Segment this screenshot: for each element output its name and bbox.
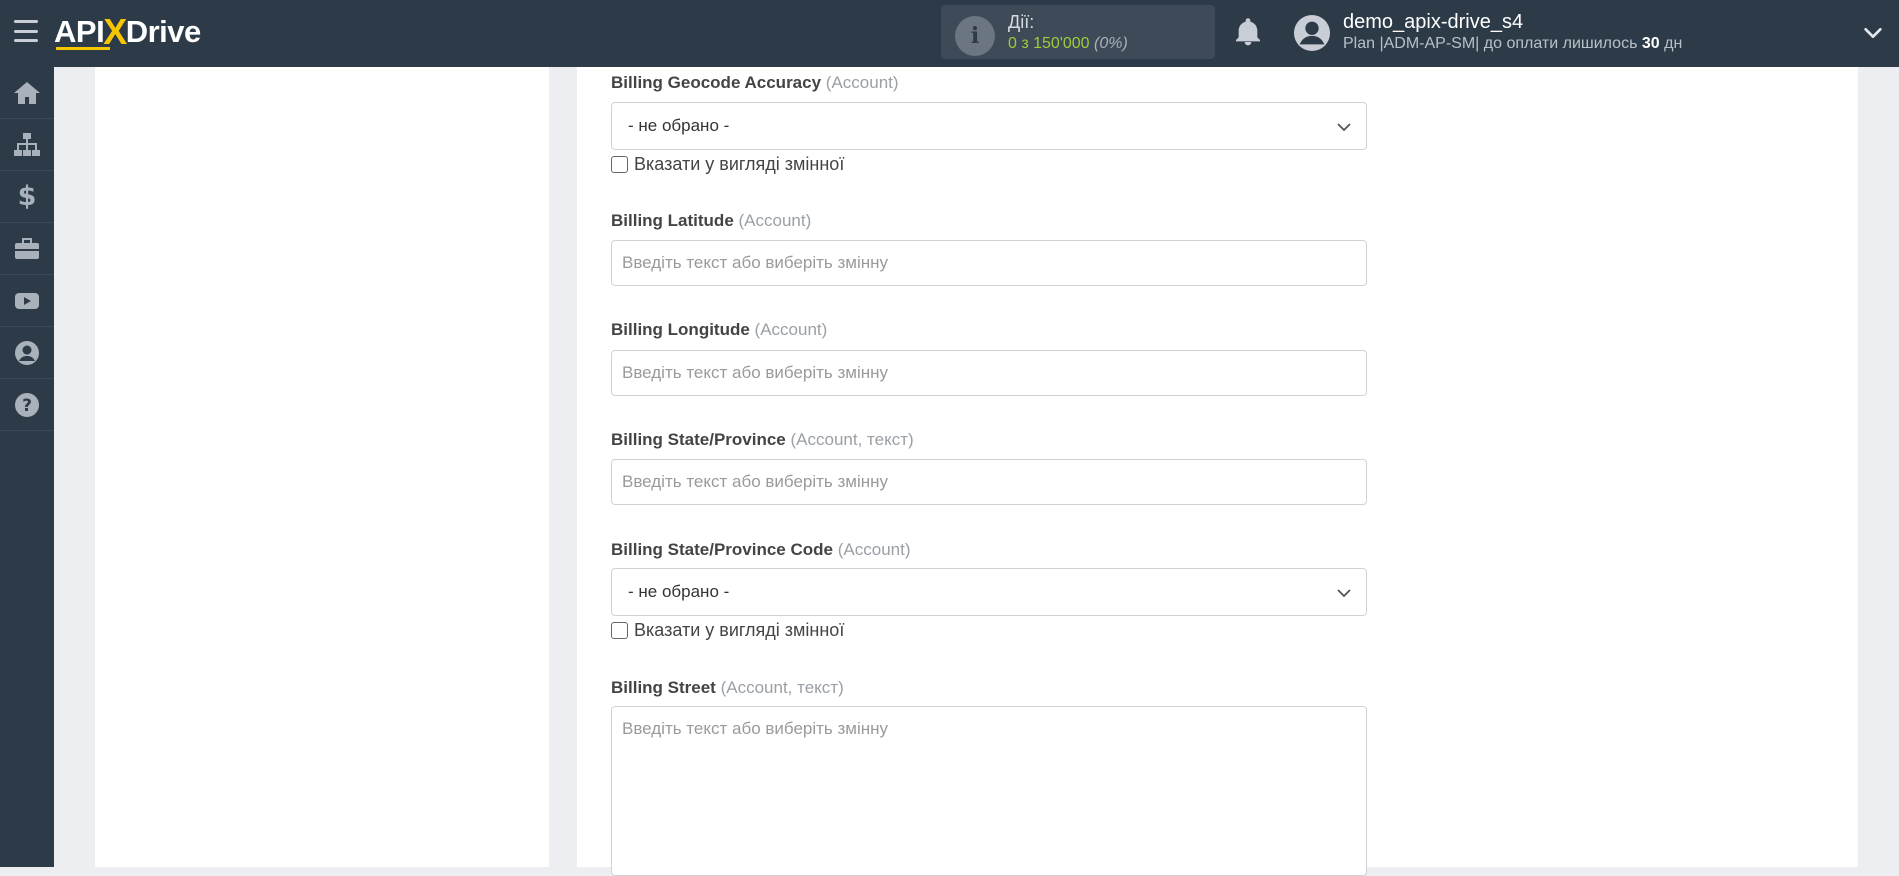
sidebar-item-video[interactable] (0, 275, 54, 327)
sidebar-item-help[interactable]: ? (0, 379, 54, 431)
help-icon: ? (15, 392, 39, 417)
logo-text-api: API (54, 14, 105, 49)
checkbox[interactable] (611, 156, 628, 173)
chevron-down-icon[interactable] (1862, 22, 1884, 44)
user-plan: Plan |ADM-AP-SM| до оплати лишилось 30 д… (1343, 35, 1682, 53)
youtube-icon (15, 292, 39, 309)
menu-icon[interactable] (14, 20, 38, 42)
user-name[interactable]: demo_apix-drive_s4 (1343, 11, 1523, 34)
state-code-label: Billing State/Province Code (Account) (611, 540, 910, 560)
chevron-down-icon (1337, 589, 1351, 598)
geocode-label-sub: (Account) (825, 73, 899, 92)
top-bar: API X Drive i Дії: 0 з 150'000 (0%) demo_a… (0, 0, 1899, 67)
apixdrive-logo[interactable]: API X Drive (54, 11, 202, 52)
geocode-checkbox-label: Вказати у вигляді змінної (634, 154, 845, 174)
logo-text-drive: Drive (125, 14, 202, 49)
street-label-sub: (Account, текст) (720, 678, 844, 697)
dollar-icon: $ (17, 181, 37, 212)
state-label-text: Billing State/Province (611, 430, 786, 449)
geocode-label-text: Billing Geocode Accuracy (611, 73, 822, 92)
geocode-select-value: - не обрано - (628, 116, 730, 135)
sidebar-item-connections[interactable] (0, 119, 54, 171)
geocode-variable-checkbox[interactable]: Вказати у вигляді змінної (611, 154, 844, 175)
sidebar-item-home[interactable] (0, 67, 54, 119)
state-code-select[interactable]: - не обрано - (611, 568, 1367, 616)
actions-label: Дії: (1008, 12, 1035, 32)
logo-underline (56, 47, 110, 50)
state-input[interactable] (611, 459, 1367, 505)
actions-count: 0 з 150'000 (0%) (1008, 35, 1128, 53)
left-panel (95, 67, 549, 867)
longitude-label: Billing Longitude (Account) (611, 320, 827, 340)
state-label-sub: (Account, текст) (790, 430, 914, 449)
geocode-select[interactable]: - не обрано - (611, 102, 1367, 150)
state-code-label-sub: (Account) (837, 540, 911, 559)
info-icon: i (955, 16, 995, 56)
street-textarea[interactable] (611, 706, 1367, 876)
state-code-checkbox-label: Вказати у вигляді змінної (634, 620, 845, 640)
state-code-select-value: - не обрано - (628, 582, 730, 601)
user-avatar-icon[interactable] (1293, 14, 1331, 52)
longitude-label-text: Billing Longitude (611, 320, 750, 339)
latitude-input[interactable] (611, 240, 1367, 286)
street-label-text: Billing Street (611, 678, 716, 697)
state-code-label-text: Billing State/Province Code (611, 540, 833, 559)
actions-count-value: 0 з 150'000 (1008, 35, 1090, 52)
state-code-variable-checkbox[interactable]: Вказати у вигляді змінної (611, 620, 844, 641)
actions-percent: (0%) (1094, 35, 1128, 52)
sitemap-icon (14, 132, 40, 156)
sidebar-item-services[interactable] (0, 223, 54, 275)
longitude-input[interactable] (611, 350, 1367, 396)
latitude-label-text: Billing Latitude (611, 211, 734, 230)
checkbox[interactable] (611, 622, 628, 639)
briefcase-icon (15, 237, 39, 259)
actions-counter[interactable]: i Дії: 0 з 150'000 (0%) (941, 5, 1215, 59)
sidebar: $ ? (0, 67, 54, 867)
user-plan-days: 30 (1641, 35, 1660, 52)
home-icon (14, 81, 40, 104)
sidebar-item-billing[interactable]: $ (0, 171, 54, 223)
user-plan-prefix: Plan |ADM-AP-SM| до оплати лишилось (1343, 35, 1642, 52)
bell-icon[interactable] (1232, 16, 1264, 48)
latitude-label-sub: (Account) (738, 211, 812, 230)
svg-text:?: ? (22, 396, 32, 416)
user-circle-icon (15, 340, 39, 365)
sidebar-item-profile[interactable] (0, 327, 54, 379)
street-label: Billing Street (Account, текст) (611, 678, 844, 698)
chevron-down-icon (1337, 123, 1351, 132)
state-label: Billing State/Province (Account, текст) (611, 430, 914, 450)
user-plan-suffix: дн (1659, 35, 1683, 52)
longitude-label-sub: (Account) (754, 320, 828, 339)
geocode-label: Billing Geocode Accuracy (Account) (611, 73, 899, 93)
latitude-label: Billing Latitude (Account) (611, 211, 811, 231)
